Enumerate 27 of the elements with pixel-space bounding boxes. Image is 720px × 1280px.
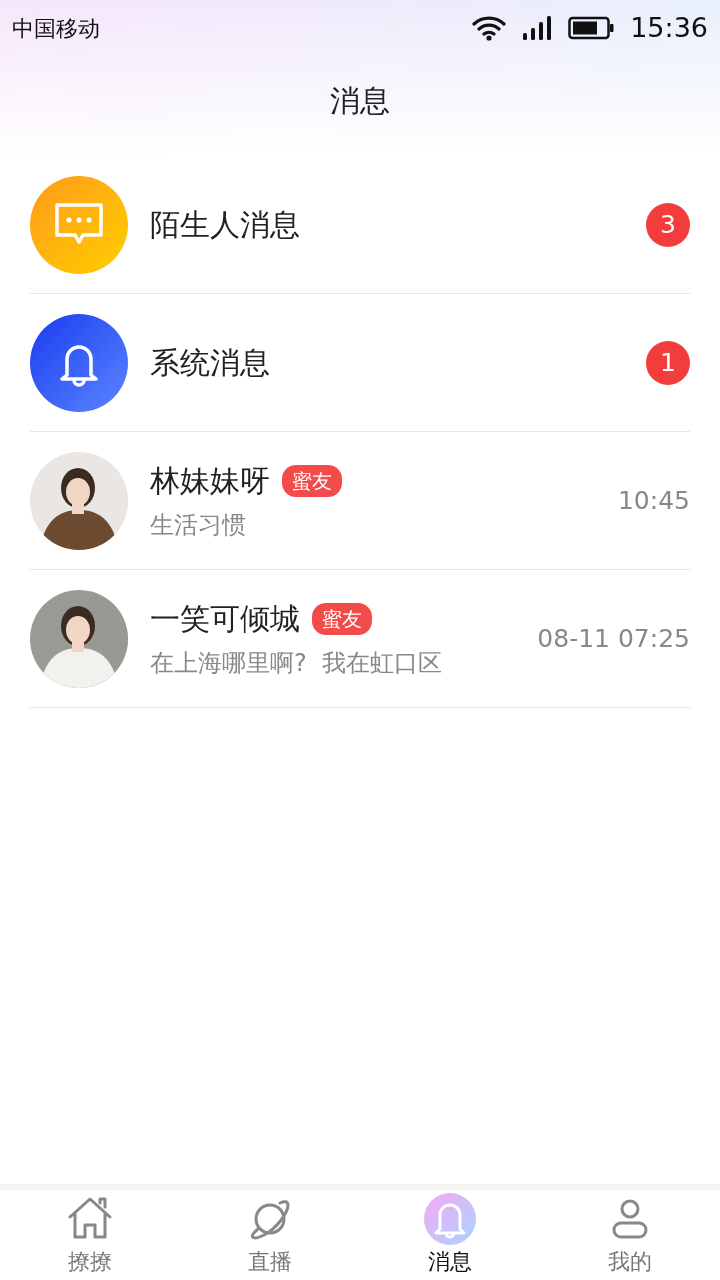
message-time: 08-11 07:25	[537, 622, 690, 655]
tab-button[interactable]: 直播	[180, 1190, 360, 1280]
battery-icon	[568, 16, 615, 40]
tab-button[interactable]: 我的	[540, 1190, 720, 1280]
tab-button[interactable]: 消息	[360, 1190, 540, 1280]
friend-tag: 蜜友	[312, 602, 372, 635]
page-title: 消息	[330, 81, 390, 120]
friend-tag: 蜜友	[282, 464, 342, 497]
bell-icon	[424, 1192, 476, 1245]
tab-button[interactable]: 撩撩	[0, 1190, 180, 1280]
message-preview: 生活习惯	[150, 510, 247, 541]
wifi-icon	[472, 15, 507, 41]
unread-count: 3	[646, 202, 690, 247]
unread-count: 1	[646, 340, 690, 385]
conversation-row[interactable]: 陌生人消息 3	[30, 156, 690, 294]
conversation-row[interactable]: 林妹妹呀 蜜友 生活习惯 10:45	[30, 432, 690, 570]
conversation-title: 陌生人消息	[150, 207, 300, 242]
clock-time: 15:36	[630, 10, 708, 45]
carrier-name: 中国移动	[12, 14, 100, 43]
user-name: 林妹妹呀	[150, 462, 270, 500]
conversation-row[interactable]: 一笑可倾城 蜜友 在上海哪里啊? 我在虹口区 08-11 07:25	[30, 570, 690, 708]
message-preview: 在上海哪里啊? 我在虹口区	[150, 648, 443, 679]
conversation-title: 系统消息	[150, 345, 270, 380]
message-time: 10:45	[617, 484, 690, 517]
signal-icon	[522, 15, 553, 41]
conversation-row[interactable]: 系统消息 1	[30, 294, 690, 432]
user-name: 一笑可倾城	[150, 600, 300, 638]
